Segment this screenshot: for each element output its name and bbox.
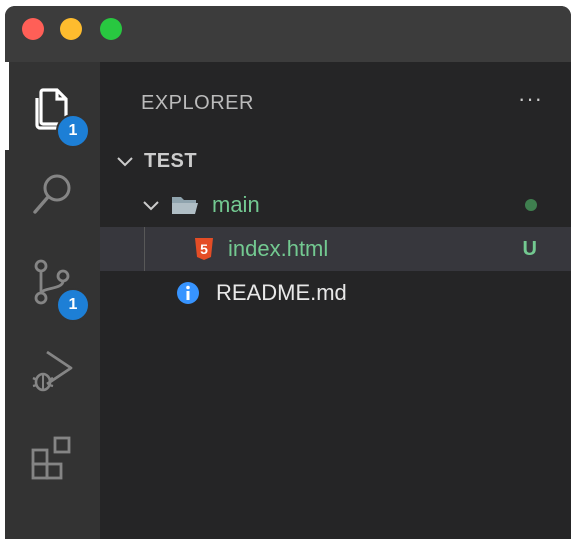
workspace-name: TEST [144,149,198,172]
more-actions-button[interactable]: ··· [518,86,543,112]
untracked-status: U [522,237,537,260]
explorer-sidebar: EXPLORER ··· TEST main 5 index.html U RE… [100,62,571,539]
workspace-section-header[interactable]: TEST [100,139,571,183]
file-name: index.html [228,236,329,261]
activity-explorer[interactable]: 1 [5,62,100,150]
folder-open-icon [172,197,198,214]
maximize-window-button[interactable] [100,18,122,40]
source-control-badge: 1 [56,288,90,322]
info-icon [177,282,199,304]
activity-run-debug[interactable] [5,326,100,414]
html-file-icon: 5 [195,238,213,260]
activity-search[interactable] [5,150,100,238]
activity-bar: 1 1 [5,62,100,539]
activity-extensions[interactable] [5,414,100,502]
indent-guide [144,227,145,271]
title-bar [5,6,571,62]
vscode-window: 1 1 EXPLORER ··· TEST main 5 index.html … [5,6,571,539]
file-name: README.md [216,280,347,305]
tree-item-file-index[interactable]: 5 index.html U [100,227,571,271]
chevron-down-icon [117,157,133,167]
tree-item-file-readme[interactable]: README.md [100,271,571,315]
svg-text:5: 5 [200,241,208,257]
search-icon [32,174,70,214]
minimize-window-button[interactable] [60,18,82,40]
explorer-badge: 1 [56,114,90,148]
folder-name: main [212,192,260,217]
activity-source-control[interactable]: 1 [5,238,100,326]
chevron-down-icon [143,201,159,211]
run-debug-icon [31,350,72,392]
tree-item-folder-main[interactable]: main [100,183,571,227]
modified-dot-icon [525,199,537,211]
close-window-button[interactable] [22,18,44,40]
sidebar-title: EXPLORER [141,92,254,114]
extensions-icon [31,436,70,480]
